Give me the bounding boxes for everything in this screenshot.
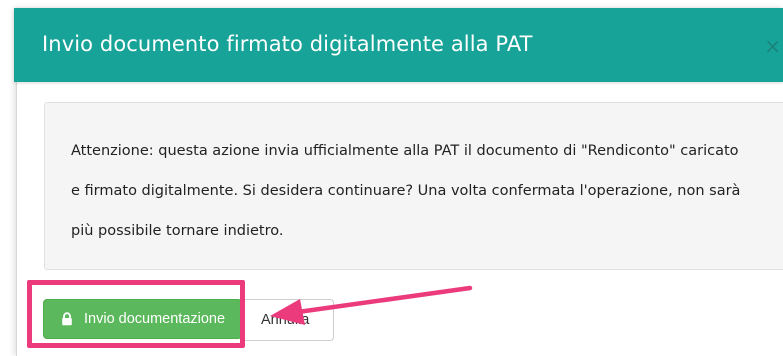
close-icon[interactable]: × — [764, 34, 781, 58]
warning-message-text: Attenzione: questa azione invia ufficial… — [71, 143, 741, 239]
warning-message-box: Attenzione: questa azione invia ufficial… — [44, 102, 783, 270]
submit-documentation-button[interactable]: Invio documentazione — [43, 299, 242, 339]
lock-icon — [60, 312, 74, 326]
cancel-button[interactable]: Annulla — [240, 299, 334, 341]
modal-title: Invio documento firmato digitalmente all… — [42, 32, 533, 56]
submit-button-label: Invio documentazione — [84, 311, 226, 327]
cancel-button-label: Annulla — [261, 312, 310, 328]
modal-header: Invio documento firmato digitalmente all… — [14, 8, 783, 82]
